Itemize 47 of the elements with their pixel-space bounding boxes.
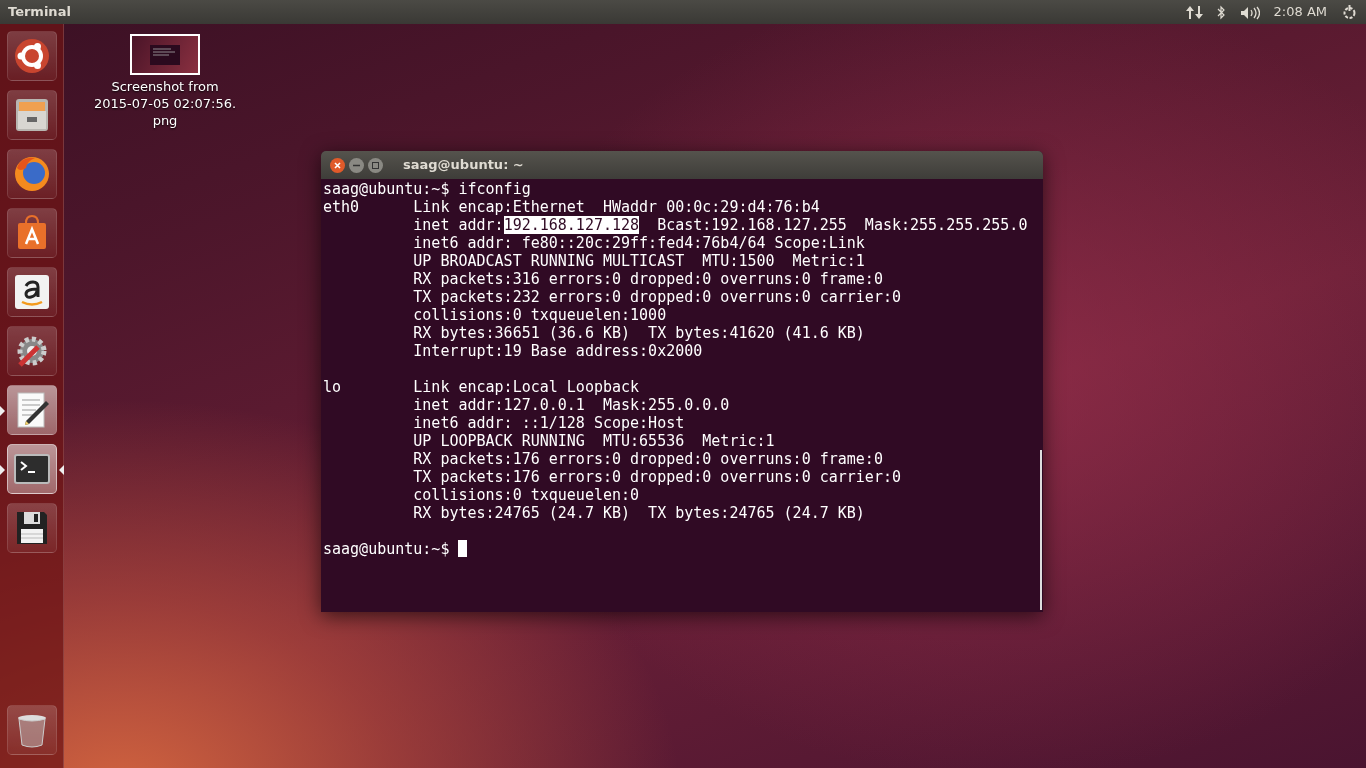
running-indicator-icon — [0, 465, 5, 475]
terminal-line: UP LOOPBACK RUNNING MTU:65536 Metric:1 — [412, 432, 776, 450]
terminal-line: TX packets:176 errors:0 dropped:0 overruns:0 carrier:0 — [412, 468, 902, 486]
running-indicator-icon — [0, 406, 5, 416]
terminal-line: RX bytes:36651 (36.6 KB) TX bytes:41620 (41.6 KB) — [412, 324, 866, 342]
bluetooth-icon[interactable] — [1216, 5, 1226, 21]
file-label[interactable]: Screenshot from 2015-07-05 02:07:56. png — [92, 78, 238, 129]
volume-icon[interactable] — [1239, 5, 1260, 20]
terminal-line: inet6 addr: fe80::20c:29ff:fed4:76b4/64 Scope:Link — [412, 234, 866, 252]
terminal-line: lo Link encap:Local Loopback — [323, 378, 641, 396]
close-button[interactable] — [330, 157, 345, 173]
window-title: saag@ubuntu: ~ — [403, 156, 524, 175]
terminal-line: TX packets:232 errors:0 dropped:0 overruns:0 carrier:0 — [412, 288, 902, 306]
launcher-tile[interactable] — [6, 31, 57, 81]
screenshot-thumbnail[interactable] — [130, 34, 200, 75]
terminal-line: RX bytes:24765 (24.7 KB) TX bytes:24765 (24.7 KB) — [412, 504, 866, 522]
clock-text[interactable]: 2:08 AM — [1273, 2, 1327, 22]
launcher-tile[interactable] — [6, 208, 57, 258]
terminal-line: collisions:0 txqueuelen:1000 — [412, 306, 668, 324]
close-icon — [334, 161, 341, 169]
maximize-button[interactable] — [368, 157, 383, 173]
terminal-line: inet6 addr: ::1/128 Scope:Host — [412, 414, 686, 432]
minimize-button[interactable] — [349, 157, 364, 173]
network-arrows-icon[interactable] — [1185, 5, 1203, 21]
terminal-line: collisions:0 txqueuelen:0 — [412, 486, 641, 504]
launcher-tile[interactable] — [6, 326, 57, 376]
terminal-line: UP BROADCAST RUNNING MULTICAST MTU:1500 Metric:1 — [412, 252, 866, 270]
scrollbar[interactable] — [1040, 450, 1042, 610]
launcher-tile[interactable] — [6, 149, 57, 199]
launcher-tile[interactable] — [6, 267, 57, 317]
window-title: Terminal — [8, 3, 72, 22]
launcher-tile[interactable] — [6, 503, 57, 553]
launcher-tile[interactable] — [6, 90, 57, 140]
focus-indicator-icon — [58, 465, 64, 475]
terminal-line: eth0 Link encap:Ethernet HWaddr 00:0c:29:d4:76:b4 — [323, 198, 821, 216]
terminal-line: inet addr:192.168.127.128 Bcast:192.168.127.255 Mask:255.255.255.0 — [412, 216, 1029, 234]
terminal-line: RX packets:316 errors:0 dropped:0 overruns:0 frame:0 — [412, 270, 884, 288]
maximize-icon — [372, 161, 379, 169]
terminal-line: saag@ubuntu:~$ ifconfig — [323, 180, 532, 198]
launcher-tile[interactable] — [6, 705, 57, 755]
terminal-prompt: saag@ubuntu:~$ — [323, 540, 451, 558]
text-cursor — [458, 540, 468, 557]
terminal-line: Interrupt:19 Base address:0x2000 — [412, 342, 704, 360]
minimize-icon — [352, 164, 361, 166]
power-gear-icon[interactable] — [1341, 4, 1358, 22]
terminal-line: RX packets:176 errors:0 dropped:0 overruns:0 frame:0 — [412, 450, 884, 468]
terminal-line: inet addr:127.0.0.1 Mask:255.0.0.0 — [412, 396, 731, 414]
